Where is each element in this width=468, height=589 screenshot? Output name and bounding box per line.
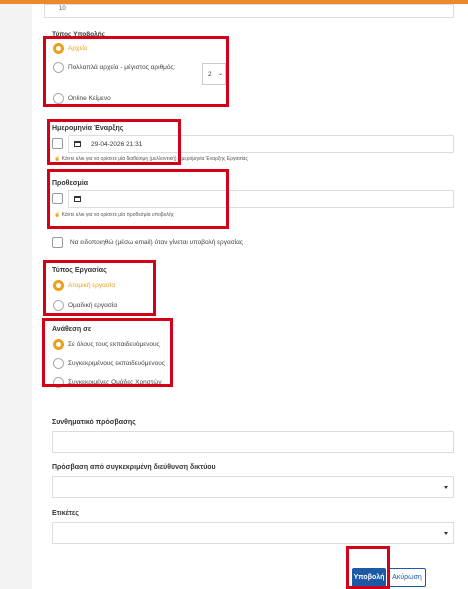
submission-type-label: Τύπος Υποβολής [52, 31, 106, 38]
password-input[interactable] [52, 431, 454, 453]
notify-checkbox[interactable] [52, 237, 63, 248]
deadline-label: Προθεσμία [52, 180, 89, 187]
tags-label: Ετικέτες [52, 510, 79, 517]
start-date-help-text: Κάντε κλικ για να ορίσετε μία διαθέσιμη … [61, 156, 248, 162]
deadline-help-text: Κάντε κλικ για να ορίσετε μία προθεσμία … [61, 212, 175, 218]
radio-assign-all[interactable] [53, 339, 64, 350]
start-date-checkbox[interactable] [52, 138, 63, 149]
radio-individual-work[interactable] [53, 280, 64, 291]
radio-individual-work-label: Ατομική εργασία [68, 282, 116, 289]
ip-access-label: Πρόσβαση από συγκεκριμένη διεύθυνση δικτ… [52, 464, 216, 471]
radio-online-text[interactable] [53, 93, 64, 104]
start-date-label: Ημερομηνία Έναρξης [52, 125, 124, 132]
pointer-icon: ☝ [54, 212, 61, 218]
chevron-down-icon: ⌄ [218, 71, 224, 77]
deadline-input[interactable] [68, 190, 454, 208]
top-number-value: 10 [59, 6, 66, 12]
radio-group-work[interactable] [53, 300, 64, 311]
radio-assign-groups-label: Συγκεκριμένες Ομάδες Χρηστών [68, 379, 162, 386]
radio-assign-groups[interactable] [53, 377, 64, 388]
tags-select[interactable] [52, 522, 454, 544]
assignment-form: 10 Τύπος Υποβολής Αρχείο Πολλαπλά αρχεία… [32, 4, 468, 589]
radio-assign-specific-users-label: Συγκεκριμένους εκπαιδευόμενους [68, 360, 165, 367]
ip-access-select[interactable] [52, 476, 454, 498]
dropdown-caret-icon [444, 486, 448, 489]
pointer-icon: ☝ [54, 156, 61, 162]
work-type-label: Τύπος Εργασίας [52, 267, 107, 274]
radio-online-text-label: Online Κείμενο [68, 95, 111, 102]
deadline-help: ☝ Κάντε κλικ για να ορίσετε μία προθεσμί… [54, 212, 174, 218]
max-files-select[interactable]: 2 ⌄ [202, 63, 226, 85]
radio-multiple-files-label: Πολλαπλά αρχεία - μέγιστος αριθμός: [68, 64, 176, 71]
top-number-field[interactable]: 10 [44, 4, 454, 18]
cancel-button[interactable]: Ακύρωση [388, 568, 426, 587]
radio-assign-all-label: Σε όλους τους εκπαιδευόμενους [68, 341, 160, 348]
dropdown-caret-icon [444, 532, 448, 535]
start-date-value: 29-04-2026 21:31 [91, 141, 143, 148]
submit-button[interactable]: Υποβολή [352, 568, 386, 587]
radio-file[interactable] [53, 43, 64, 54]
calendar-icon [74, 141, 81, 147]
radio-file-label: Αρχείο [68, 45, 88, 52]
start-date-help: ☝ Κάντε κλικ για να ορίσετε μία διαθέσιμ… [54, 156, 248, 162]
deadline-checkbox[interactable] [52, 193, 63, 204]
radio-multiple-files[interactable] [53, 62, 64, 73]
radio-group-work-label: Ομαδική εργασία [68, 302, 118, 309]
notify-label: Να ειδοποιηθώ (μέσω email) όταν γίνεται … [70, 239, 244, 246]
password-label: Συνθηματικό πρόσβασης [52, 419, 136, 426]
radio-assign-specific-users[interactable] [53, 358, 64, 369]
assign-label: Ανάθεση σε [52, 326, 92, 333]
max-files-value: 2 [208, 71, 212, 78]
calendar-icon [74, 196, 81, 202]
start-date-input[interactable]: 29-04-2026 21:31 [68, 135, 454, 153]
